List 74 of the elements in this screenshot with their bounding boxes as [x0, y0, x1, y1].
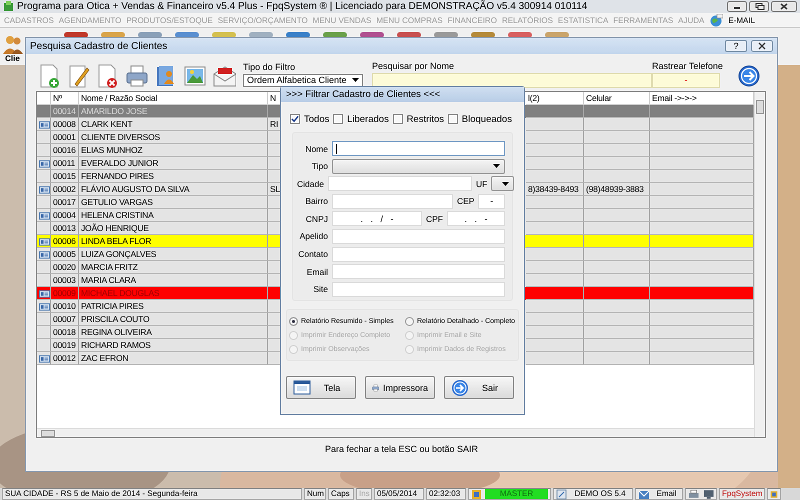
- table-cell: PRISCILA COUTO: [81, 313, 150, 325]
- field-label: Bairro: [304, 196, 328, 206]
- field-label: Email: [306, 266, 328, 277]
- table-cell: ZAC EFRON: [81, 352, 128, 364]
- field-label: Contato: [297, 249, 328, 260]
- table-cell: 00019: [53, 339, 76, 351]
- table-cell: 00008: [53, 118, 76, 130]
- table-cell: AMARILDO JOSE: [81, 105, 148, 117]
- table-cell: 00011: [53, 157, 76, 169]
- status-text: Email: [655, 489, 678, 499]
- status-text: Ins: [359, 489, 370, 499]
- field-label: Site: [312, 284, 328, 294]
- dialog-title: >>> Filtrar Cadastro de Clientes <<<: [286, 89, 440, 100]
- table-cell: 00016: [53, 144, 76, 156]
- field-label: UF: [476, 178, 488, 189]
- table-cell: CLIENTE DIVERSOS: [81, 131, 160, 143]
- table-cell: HELENA CRISTINA: [81, 209, 154, 221]
- table-cell: 00006: [53, 235, 76, 247]
- table-cell: 00015: [53, 170, 76, 182]
- table-cell: 00018: [53, 326, 76, 338]
- table-cell: 8)38439-8493: [528, 183, 579, 195]
- table-cell: LUIZA GONÇALVES: [81, 248, 156, 260]
- hint-text: Para fechar a tela ESC ou botão SAIR: [324, 443, 480, 454]
- status-text: SUA CIDADE - RS 5 de Maio de 2014 - Segunda-feira: [5, 489, 198, 499]
- table-cell: JOÃO HENRIQUE: [81, 222, 149, 234]
- table-cell: EVERALDO JUNIOR: [81, 157, 158, 169]
- field-label: Tipo: [310, 161, 328, 172]
- field-label: Rastrear Telefone: [652, 60, 724, 70]
- status-text: DEMO OS 5.4: [573, 489, 627, 499]
- field-label: CNPJ: [304, 214, 328, 224]
- table-cell: RICHARD RAMOS: [81, 339, 151, 351]
- table-cell: 00001: [53, 131, 76, 143]
- table-cell: MARCIA FRITZ: [81, 261, 138, 273]
- table-cell: LINDA BELA FLOR: [81, 235, 152, 247]
- table-cell: 00005: [53, 248, 76, 260]
- table-cell: PATRICIA PIRES: [81, 300, 144, 312]
- window-title: Programa para Otica + Vendas & Financeiro v5.4 Plus - FpqSystem ® | Licenciado para DEMONSTRAÇÃO v5.4 300914 010114: [17, 1, 588, 12]
- field-label: Pesquisar por Nome: [372, 60, 456, 70]
- status-text: 05/05/2014: [377, 489, 418, 499]
- table-cell: 00010: [53, 300, 76, 312]
- table-cell: (98)48939-3883: [586, 183, 644, 195]
- table-cell: 00003: [53, 274, 76, 286]
- window-title: Pesquisa Cadastro de Clientes: [30, 40, 168, 52]
- table-cell: MARIA CLARA: [81, 274, 136, 286]
- table-cell: 00017: [53, 196, 76, 208]
- field-label: Apelido: [298, 231, 328, 242]
- table-cell: 00014: [53, 105, 76, 117]
- status-text: Caps: [331, 489, 350, 499]
- field-label: Nome: [304, 144, 328, 154]
- table-cell: MICHAEL DOUGLAS: [81, 287, 160, 299]
- field-label: Tipo do Filtro: [243, 62, 296, 72]
- table-cell: 00020: [53, 261, 76, 273]
- status-text: Num: [307, 489, 324, 499]
- table-cell: FERNANDO PIRES: [81, 170, 154, 182]
- field-label: Cidade: [297, 178, 324, 189]
- table-cell: 00002: [53, 183, 76, 195]
- table-cell: SL: [270, 183, 280, 195]
- status-text: 02:32:03: [429, 489, 460, 499]
- table-cell: 00012: [53, 352, 76, 364]
- table-cell: 00013: [53, 222, 76, 234]
- table-cell: 00004: [53, 209, 76, 221]
- table-cell: RI: [270, 118, 278, 130]
- user-badge: MASTER: [485, 489, 548, 499]
- toolbar-label: Clie: [5, 54, 20, 63]
- table-cell: 00009: [53, 287, 76, 299]
- table-cell: 00007: [53, 313, 76, 325]
- table-cell: GETULIO VARGAS: [81, 196, 153, 208]
- table-cell: REGINA OLIVEIRA: [81, 326, 152, 338]
- brand-text: FpqSystem: [722, 489, 762, 499]
- table-cell: ELIAS MUNHOZ: [81, 144, 142, 156]
- table-cell: CLARK KENT: [81, 118, 132, 130]
- table-cell: FLÁVIO AUGUSTO DA SILVA: [81, 183, 190, 195]
- field-label: CPF: [426, 214, 443, 224]
- field-label: CEP: [457, 196, 474, 206]
